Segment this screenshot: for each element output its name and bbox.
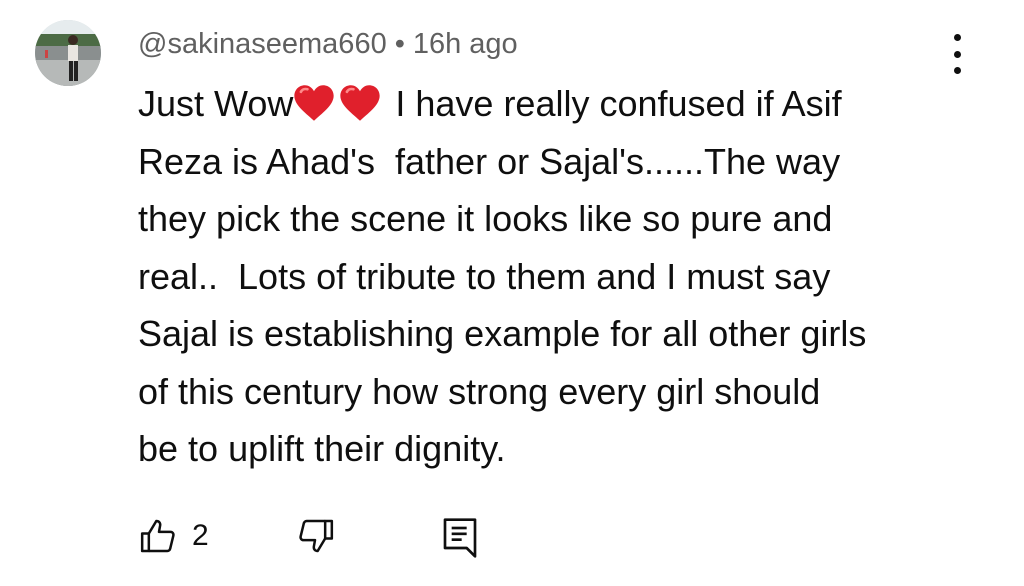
heart-emoji-group — [293, 83, 385, 124]
more-vert-icon-dot — [953, 50, 961, 58]
more-options-button[interactable] — [942, 34, 972, 74]
dislike-button[interactable] — [296, 516, 336, 556]
comment-line: they pick the scene it looks like so pur… — [138, 198, 833, 239]
comment-line: Sajal is establishing example for all ot… — [138, 313, 867, 354]
comment-timestamp[interactable]: 16h ago — [413, 28, 518, 60]
comment-line: Just Wow I have really confused if Asif — [138, 75, 968, 133]
reply-comment-icon — [443, 518, 477, 558]
comment-line: real.. Lots of tribute to them and I mus… — [138, 255, 831, 297]
thumb-up-icon — [140, 519, 175, 553]
like-button[interactable]: 2 — [138, 516, 209, 556]
header-separator: • — [394, 28, 405, 60]
heart-emoji-icon — [340, 85, 381, 121]
thumb-down-icon — [299, 519, 334, 553]
reply-button[interactable] — [440, 516, 480, 560]
heart-emoji-icon — [294, 85, 335, 121]
comment-line: of this century how strong every girl sh… — [138, 370, 821, 412]
comment-line-start: Just Wow — [138, 83, 294, 124]
comment-actions: 2 — [138, 510, 538, 560]
like-count: 2 — [192, 519, 209, 552]
more-vert-icon — [953, 34, 961, 41]
comment-line-end: I have really confused if Asif — [385, 83, 842, 124]
more-vert-icon-dot — [953, 67, 961, 74]
comment-line: Reza is Ahad's father or Sajal's......Th… — [138, 140, 841, 182]
author-avatar[interactable] — [35, 20, 101, 86]
author-handle[interactable]: @sakinaseema660 — [138, 28, 387, 60]
comment-line: be to uplift their dignity. — [138, 428, 506, 469]
comment-header: @sakinaseema660 • 16h ago — [138, 26, 518, 62]
comment-text: Just Wow I have really confused if Asif … — [138, 75, 968, 478]
